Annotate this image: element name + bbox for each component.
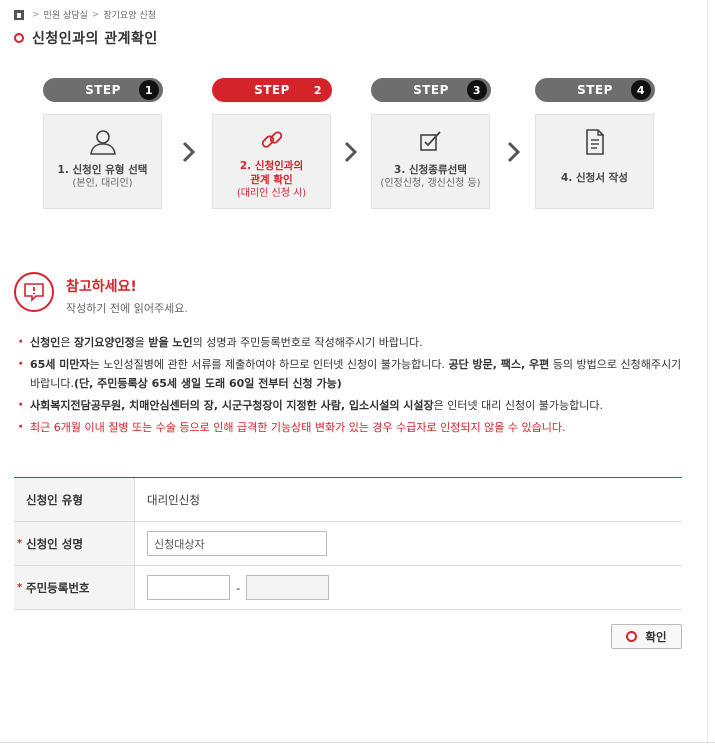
- note-text: 신청인: [30, 336, 61, 349]
- note-text: 는 노인성질병에 관한 서류를 제출하여야 하므로 인터넷 신청이 불가능합니다…: [89, 358, 449, 371]
- label-text: 신청인 성명: [26, 536, 83, 551]
- step-card-active: 2. 신청인과의 관계 확인 (대리인 신청 시): [212, 114, 331, 209]
- note-item: 최근 6개월 이내 질병 또는 수술 등으로 인해 급격한 기능상태 변화가 있…: [18, 418, 688, 437]
- notice-title: 참고하세요!: [66, 279, 137, 295]
- step-label: 1. 신청인 유형 선택: [57, 164, 148, 176]
- note-item: 사회복지전담공무원, 치매안심센터의 장, 시군구청장이 지정한 사람, 입소시…: [18, 396, 688, 415]
- rrn-label: * 주민등록번호: [14, 566, 135, 609]
- rrn-back-input[interactable]: [246, 575, 330, 600]
- step-pill: STEP 4: [535, 78, 655, 102]
- step-number: 4: [631, 80, 651, 100]
- step-label: 3. 신청종류선택: [394, 164, 467, 176]
- note-text: 65세 미만자: [30, 358, 90, 371]
- document-icon: [583, 127, 607, 157]
- applicant-form: 신청인 유형 대리인신청 *신청인 성명 *주민등록번호 -: [14, 477, 682, 610]
- rrn-cell: -: [135, 566, 682, 609]
- notice-subtitle: 작성하기 전에 읽어주세요.: [66, 302, 188, 315]
- chevron-right-icon: [182, 141, 196, 163]
- step-card: 1. 신청인 유형 선택 (본인, 대리인): [43, 114, 162, 209]
- chevron-right-icon: [344, 141, 358, 163]
- note-text: 받을 노인: [148, 336, 193, 349]
- step-pill-label: STEP: [577, 83, 613, 97]
- link-icon: [259, 125, 285, 155]
- note-item: 신청인은 장기요양인정을 받을 노인의 성명과 주민등록번호로 작성해주시기 바…: [18, 333, 688, 352]
- step-pill: STEP 3: [371, 78, 491, 102]
- applicant-name-cell: [135, 522, 682, 565]
- step-label: 2. 신청인과의 관계 확인: [239, 160, 304, 186]
- checkbox-pen-icon: [417, 127, 445, 157]
- step-pill-active: STEP 2: [212, 78, 332, 102]
- note-text: 의 성명과 주민등록번호로 작성해주시기 바랍니다.: [192, 336, 423, 349]
- content-divider: [707, 0, 708, 742]
- confirm-ring-icon: [626, 631, 638, 642]
- note-text: 은 인터넷 대리 신청이 불가능합니다.: [433, 399, 603, 412]
- page-title: 신청인과의 관계확인: [14, 28, 158, 48]
- note-text: 공단 방문, 팩스, 우편: [448, 358, 550, 371]
- applicant-name-input[interactable]: [147, 531, 327, 556]
- form-row-rrn: * 주민등록번호 -: [14, 566, 682, 610]
- notes-list: 신청인은 장기요양인정을 받을 노인의 성명과 주민등록번호로 작성해주시기 바…: [18, 333, 688, 440]
- note-text: 을: [134, 336, 149, 349]
- step-2: STEP 2 2. 신청인과의 관계 확인 (대리인 신청 시): [212, 78, 332, 209]
- confirm-button[interactable]: 확인: [611, 624, 682, 649]
- step-pill-label: STEP: [413, 83, 449, 97]
- note-text: 은: [60, 336, 74, 349]
- home-icon[interactable]: [14, 9, 24, 20]
- form-row-type: 신청인 유형 대리인신청: [14, 478, 682, 522]
- step-number: 1: [139, 80, 159, 100]
- person-icon: [88, 127, 118, 157]
- notice-speech-icon: [14, 272, 54, 312]
- step-indicator: STEP 1 1. 신청인 유형 선택 (본인, 대리인) STEP 2 2. …: [0, 78, 715, 213]
- step-label: 4. 신청서 작성: [561, 172, 628, 184]
- footer-divider: [0, 742, 715, 743]
- breadcrumb-item[interactable]: 민원 상담실: [44, 8, 88, 21]
- note-text: 장기요양인정: [74, 336, 135, 349]
- rrn-front-input[interactable]: [147, 575, 230, 600]
- rrn-dash: -: [236, 580, 241, 595]
- page-title-text: 신청인과의 관계확인: [32, 31, 158, 47]
- note-text: 최근 6개월 이내 질병 또는 수술 등으로 인해 급격한 기능상태 변화가 있…: [30, 421, 566, 434]
- step-sublabel: (인정신청, 갱신신청 등): [380, 178, 481, 189]
- step-number: 2: [313, 83, 323, 97]
- note-item: 65세 미만자는 노인성질병에 관한 서류를 제출하여야 하므로 인터넷 신청이…: [18, 355, 688, 393]
- step-number: 3: [467, 80, 487, 100]
- applicant-type-label: 신청인 유형: [14, 478, 135, 521]
- label-text: 주민등록번호: [26, 580, 90, 595]
- step-sublabel: (본인, 대리인): [72, 178, 133, 189]
- required-mark: *: [17, 538, 23, 549]
- breadcrumb-separator: >: [91, 9, 100, 20]
- applicant-name-label: * 신청인 성명: [14, 522, 135, 565]
- step-pill-label: STEP: [254, 83, 290, 97]
- breadcrumb-item[interactable]: 장기요양 신청: [103, 8, 156, 21]
- step-4: STEP 4 4. 신청서 작성: [535, 78, 655, 209]
- applicant-type-value: 대리인신청: [147, 492, 200, 507]
- form-row-name: * 신청인 성명: [14, 522, 682, 566]
- breadcrumb-separator: >: [32, 9, 40, 20]
- note-text: 사회복지전담공무원, 치매안심센터의 장, 시군구청장이 지정한 사람, 입소시…: [30, 399, 434, 412]
- step-pill-label: STEP: [85, 83, 121, 97]
- step-3: STEP 3 3. 신청종류선택 (인정신청, 갱신신청 등): [371, 78, 491, 209]
- step-card: 4. 신청서 작성: [535, 114, 654, 209]
- step-sublabel: (대리인 신청 시): [236, 188, 307, 199]
- step-card: 3. 신청종류선택 (인정신청, 갱신신청 등): [371, 114, 490, 209]
- note-text: (단, 주민등록상 65세 생일 도래 60일 전부터 신청 가능): [73, 377, 342, 390]
- label-text: 신청인 유형: [26, 492, 83, 507]
- notice-header: 참고하세요! 작성하기 전에 읽어주세요.: [14, 272, 188, 316]
- confirm-button-label: 확인: [645, 629, 667, 644]
- required-mark: *: [17, 582, 23, 593]
- step-pill: STEP 1: [43, 78, 163, 102]
- step-1: STEP 1 1. 신청인 유형 선택 (본인, 대리인): [43, 78, 163, 209]
- breadcrumb: > 민원 상담실 > 장기요양 신청: [14, 8, 156, 21]
- title-ring-icon: [14, 33, 24, 43]
- chevron-right-icon: [507, 141, 521, 163]
